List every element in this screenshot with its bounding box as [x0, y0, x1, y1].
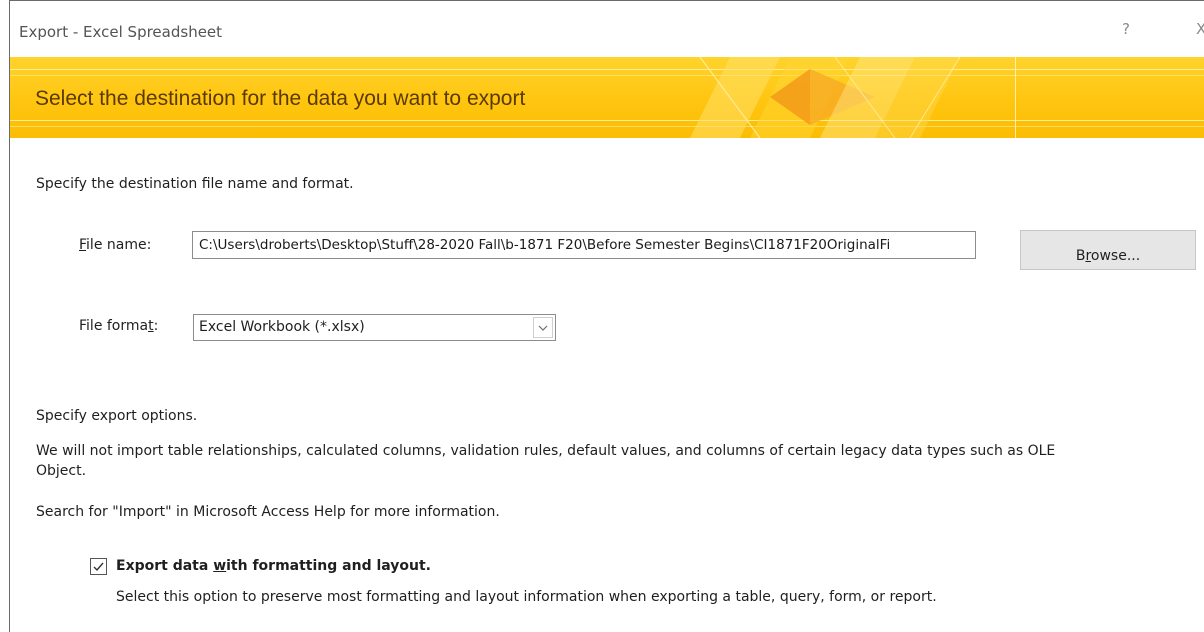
window-title: Export - Excel Spreadsheet: [19, 23, 223, 41]
checkbox-label-pre: Export data: [116, 558, 214, 574]
checkbox-label-post: ith formatting and layout.: [226, 558, 431, 574]
banner-heading: Select the destination for the data you …: [35, 87, 526, 110]
file-name-label: File name:: [79, 237, 151, 253]
export-formatting-label[interactable]: Export data with formatting and layout.: [116, 558, 431, 574]
title-bar: Export - Excel Spreadsheet ? X: [10, 1, 1204, 57]
browse-button[interactable]: Browse...: [1020, 230, 1196, 270]
options-intro: Specify export options.: [36, 408, 198, 424]
file-format-label: File format:: [79, 318, 158, 334]
help-hint-text: Search for "Import" in Microsoft Access …: [36, 504, 500, 520]
export-formatting-description: Select this option to preserve most form…: [116, 589, 937, 605]
file-format-select[interactable]: Excel Workbook (*.xlsx): [193, 314, 556, 341]
banner-decoration-graphic: [690, 57, 961, 138]
browse-label-rest: owse...: [1090, 248, 1141, 264]
help-button[interactable]: ?: [1122, 20, 1130, 38]
options-note-line1: We will not import table relationships, …: [36, 443, 1056, 459]
checkmark-icon: [93, 562, 104, 572]
destination-intro: Specify the destination file name and fo…: [36, 176, 354, 192]
wizard-banner: Select the destination for the data you …: [10, 57, 1204, 138]
file-name-label-text: ile name:: [86, 237, 152, 253]
dropdown-button[interactable]: [533, 317, 553, 338]
banner-divider: [1015, 57, 1016, 138]
file-name-label-accesskey: F: [79, 237, 87, 253]
file-format-label-post: :: [153, 318, 159, 334]
checkbox-label-accesskey: w: [213, 558, 227, 574]
browse-label-prefix: B: [1075, 248, 1086, 264]
export-dialog: Export - Excel Spreadsheet ? X Select th…: [9, 0, 1204, 632]
options-note-line2: Object.: [36, 463, 87, 479]
file-format-label-pre: File forma: [79, 318, 149, 334]
file-format-selected-value: Excel Workbook (*.xlsx): [199, 319, 365, 335]
file-name-input[interactable]: [192, 231, 976, 259]
export-formatting-checkbox[interactable]: [90, 558, 107, 575]
close-button[interactable]: X: [1196, 20, 1204, 38]
chevron-down-icon: [538, 325, 548, 331]
